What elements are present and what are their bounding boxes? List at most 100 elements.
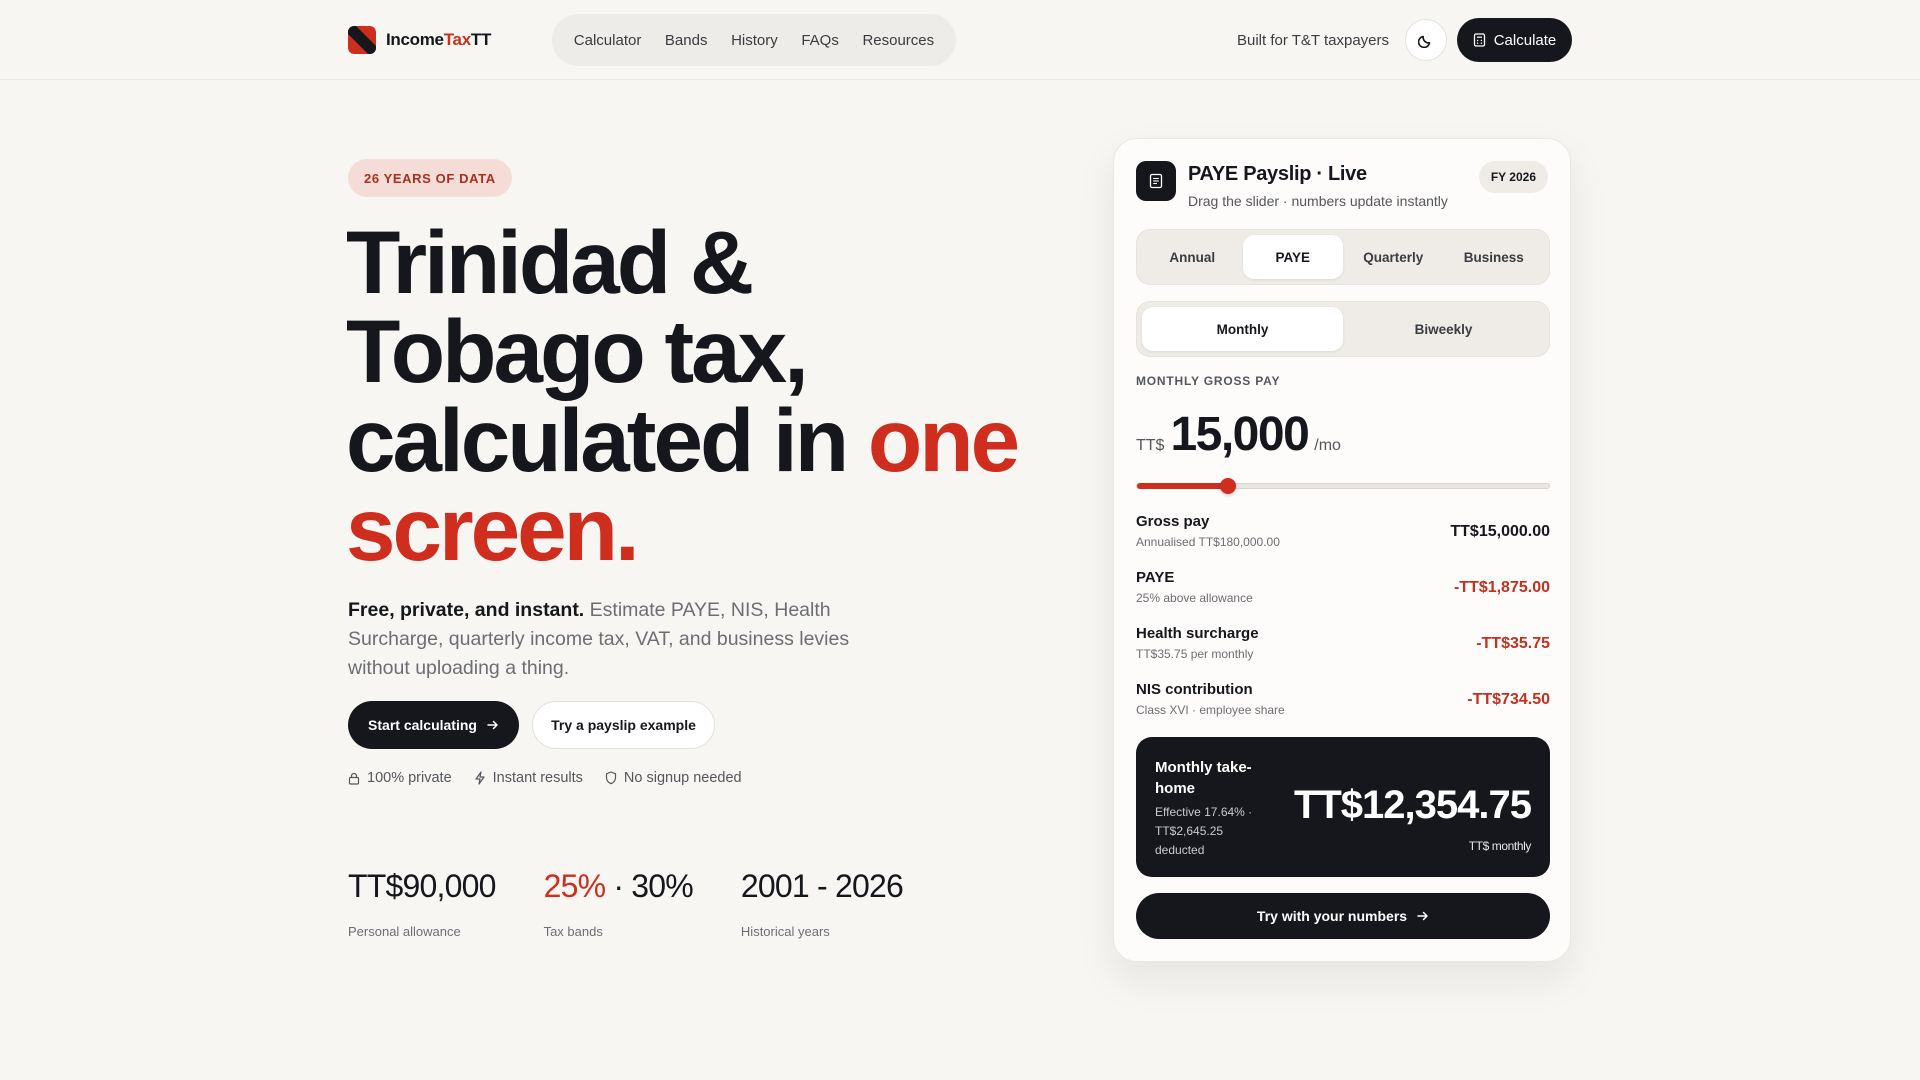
hero-lead-strong: Free, private, and instant. bbox=[348, 599, 585, 621]
payslip-example-button[interactable]: Try a payslip example bbox=[532, 701, 715, 749]
calculator-mode-tabs: Annual PAYE Quarterly Business bbox=[1136, 229, 1550, 285]
takehome-unit: TT$ monthly bbox=[1468, 839, 1532, 853]
row-sub: Annualised TT$180,000.00 bbox=[1136, 535, 1280, 549]
tab-paye[interactable]: PAYE bbox=[1242, 235, 1343, 279]
feature-private: 100% private bbox=[348, 770, 452, 786]
feature-private-label: 100% private bbox=[367, 770, 452, 786]
tab-business[interactable]: Business bbox=[1444, 235, 1545, 279]
hero-title-highlight-one: one bbox=[867, 390, 1020, 490]
gross-pay-slider[interactable] bbox=[1136, 478, 1550, 494]
hero-title-line-3: calculated in bbox=[346, 390, 868, 490]
gross-pay-label: MONTHLY GROSS PAY bbox=[1136, 374, 1281, 388]
start-calculating-button[interactable]: Start calculating bbox=[348, 701, 519, 749]
header-tagline: Built for T&T taxpayers bbox=[1237, 32, 1390, 49]
try-your-numbers-button[interactable]: Try with your numbers bbox=[1136, 893, 1550, 939]
gross-pay-value: 15,000 bbox=[1170, 408, 1309, 461]
stat-bands-value: 25% · 30% bbox=[543, 868, 694, 910]
payslip-card: PAYE Payslip · Live Drag the slider · nu… bbox=[1113, 138, 1571, 962]
takehome-value: TT$12,354.75 bbox=[1293, 783, 1532, 827]
start-calculating-label: Start calculating bbox=[368, 717, 477, 733]
stats-row: TT$90,000 Personal allowance 25% · 30% T… bbox=[348, 868, 951, 939]
lightning-icon bbox=[475, 771, 485, 785]
gross-pay-amount: TT$ 15,000 /mo bbox=[1136, 407, 1341, 462]
stat-bands-value-second: · 30% bbox=[605, 868, 693, 904]
row-gross-pay: Gross pay Annualised TT$180,000.00 TT$15… bbox=[1136, 513, 1550, 569]
stat-years-label: Historical years bbox=[740, 924, 830, 939]
feature-instant: Instant results bbox=[474, 770, 583, 786]
row-sub: 25% above allowance bbox=[1136, 591, 1253, 605]
nav-calculator[interactable]: Calculator bbox=[570, 26, 646, 55]
slider-fill bbox=[1137, 483, 1228, 489]
stat-bands-value-first: 25% bbox=[543, 868, 606, 904]
document-icon-glyph bbox=[1149, 173, 1163, 189]
stat-bands-label: Tax bands bbox=[543, 924, 603, 939]
tab-annual[interactable]: Annual bbox=[1142, 235, 1243, 279]
row-value: -TT$35.75 bbox=[1476, 635, 1550, 652]
row-label: PAYE bbox=[1136, 569, 1175, 586]
fiscal-year-badge: FY 2026 bbox=[1478, 161, 1548, 193]
lock-icon bbox=[348, 772, 360, 785]
document-icon bbox=[1136, 161, 1176, 201]
slider-thumb[interactable] bbox=[1219, 478, 1236, 494]
hero-title: Trinidad & Tobago tax, calculated in one… bbox=[346, 218, 1066, 574]
calculator-icon bbox=[1473, 33, 1485, 47]
try-your-numbers-label: Try with your numbers bbox=[1256, 908, 1408, 924]
stat-allowance: TT$90,000 Personal allowance bbox=[348, 868, 496, 939]
stat-bands: 25% · 30% Tax bands bbox=[543, 868, 694, 939]
row-label: NIS contribution bbox=[1136, 681, 1253, 698]
brand-name-part3: TT bbox=[470, 30, 492, 49]
shield-icon bbox=[605, 771, 617, 785]
feature-no-signup-label: No signup needed bbox=[623, 770, 742, 786]
theme-toggle-button[interactable] bbox=[1405, 19, 1447, 61]
brand-name-part1: Income bbox=[386, 30, 444, 49]
frequency-monthly[interactable]: Monthly bbox=[1142, 307, 1343, 351]
years-badge: 26 YEARS OF DATA bbox=[348, 159, 512, 197]
moon-icon bbox=[1418, 35, 1431, 48]
gross-pay-unit: /mo bbox=[1314, 437, 1341, 454]
top-header: IncomeTaxTT Calculator Bands History FAQ… bbox=[0, 0, 1920, 80]
nav-bands[interactable]: Bands bbox=[661, 26, 712, 55]
gross-pay-currency: TT$ bbox=[1136, 437, 1165, 454]
pay-frequency-toggle: Monthly Biweekly bbox=[1136, 301, 1550, 357]
brand-name: IncomeTaxTT bbox=[386, 30, 491, 50]
tab-quarterly[interactable]: Quarterly bbox=[1343, 235, 1444, 279]
stat-years-value: 2001 - 2026 bbox=[740, 868, 904, 904]
calculate-button[interactable]: Calculate bbox=[1457, 18, 1572, 62]
hero-lead: Free, private, and instant. Estimate PAY… bbox=[348, 596, 868, 683]
row-value: -TT$1,875.00 bbox=[1453, 579, 1550, 596]
row-sub: TT$35.75 per monthly bbox=[1136, 647, 1254, 661]
row-health-surcharge: Health surcharge TT$35.75 per monthly -T… bbox=[1136, 625, 1550, 681]
takehome-effective-rate: Effective 17.64% · TT$2,645.25 deducted bbox=[1155, 805, 1253, 857]
arrow-right-icon bbox=[1417, 911, 1428, 921]
main-nav: Calculator Bands History FAQs Resources bbox=[552, 14, 956, 66]
feature-list: 100% private Instant results No signup n… bbox=[348, 770, 742, 786]
trinidad-flag-logo-icon bbox=[348, 26, 376, 54]
row-sub: Class XVI · employee share bbox=[1136, 703, 1285, 717]
hero-title-highlight-screen: screen. bbox=[346, 479, 640, 579]
takehome-panel: Monthly take-home Effective 17.64% · TT$… bbox=[1136, 737, 1550, 877]
brand-name-accent: Tax bbox=[443, 30, 471, 49]
hero-title-line-1: Trinidad & bbox=[346, 212, 754, 312]
hero-title-line-2: Tobago tax, bbox=[346, 301, 809, 401]
row-label: Gross pay bbox=[1136, 513, 1210, 530]
row-nis-contribution: NIS contribution Class XVI · employee sh… bbox=[1136, 681, 1550, 737]
stat-allowance-label: Personal allowance bbox=[348, 924, 461, 939]
payslip-card-title: PAYE Payslip · Live bbox=[1188, 163, 1367, 185]
nav-faqs[interactable]: FAQs bbox=[797, 26, 843, 55]
row-value: -TT$734.50 bbox=[1467, 691, 1550, 708]
feature-no-signup: No signup needed bbox=[605, 770, 742, 786]
brand[interactable]: IncomeTaxTT bbox=[348, 26, 491, 54]
calculate-button-label: Calculate bbox=[1493, 31, 1557, 49]
deductions-list: Gross pay Annualised TT$180,000.00 TT$15… bbox=[1136, 513, 1550, 737]
row-label: Health surcharge bbox=[1136, 625, 1259, 642]
takehome-label: Monthly take-home bbox=[1155, 759, 1252, 797]
row-value: TT$15,000.00 bbox=[1450, 523, 1550, 540]
feature-instant-label: Instant results bbox=[492, 770, 583, 786]
stat-allowance-value: TT$90,000 bbox=[348, 868, 496, 904]
frequency-biweekly[interactable]: Biweekly bbox=[1343, 307, 1544, 351]
nav-history[interactable]: History bbox=[727, 26, 782, 55]
nav-resources[interactable]: Resources bbox=[858, 26, 938, 55]
stat-years: 2001 - 2026 Historical years bbox=[740, 868, 904, 939]
payslip-card-subtitle: Drag the slider · numbers update instant… bbox=[1188, 193, 1448, 209]
row-paye: PAYE 25% above allowance -TT$1,875.00 bbox=[1136, 569, 1550, 625]
